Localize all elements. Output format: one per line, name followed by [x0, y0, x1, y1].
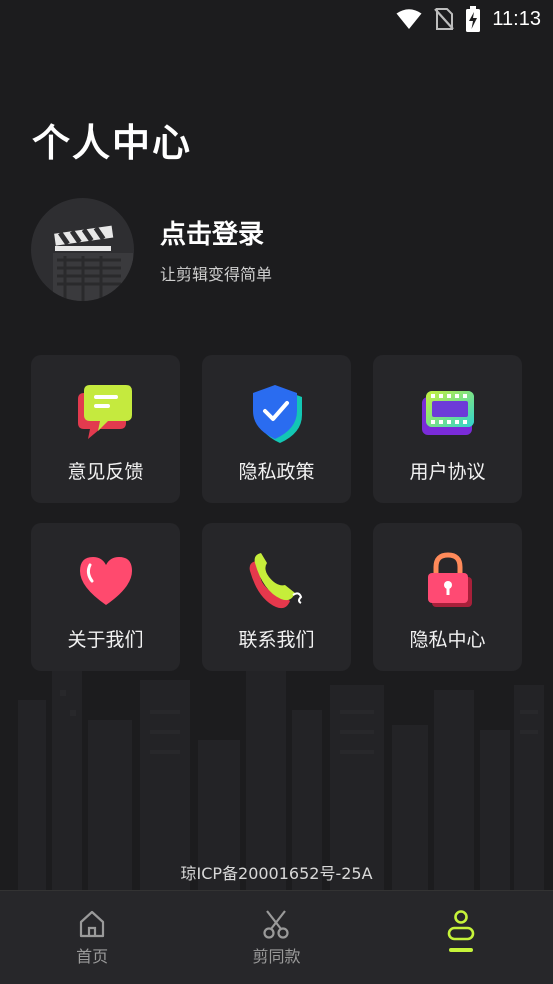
menu-item-label: 隐私中心 — [409, 629, 486, 651]
feedback-message-icon — [77, 385, 132, 439]
lock-icon — [427, 552, 472, 607]
login-subtitle: 让剪辑变得简单 — [160, 265, 273, 284]
scissors-icon — [263, 910, 290, 939]
page-title: 个人中心 — [32, 121, 193, 165]
battery-charging-icon — [466, 6, 481, 32]
bottom-tab-bar: 首页 剪同款 — [0, 890, 553, 984]
login-profile[interactable]: 点击登录 让剪辑变得简单 — [31, 198, 272, 301]
status-icons: 11:13 — [396, 6, 541, 32]
wifi-icon — [396, 9, 422, 29]
film-icon — [421, 391, 474, 435]
user-icon — [447, 910, 475, 952]
menu-item-label: 联系我们 — [238, 629, 315, 651]
icp-license: 琼ICP备20001652号-25A — [180, 864, 373, 883]
clapperboard-icon — [53, 225, 133, 301]
menu-item-privacy-center[interactable]: 隐私中心 — [373, 523, 522, 671]
no-sim-icon — [434, 8, 455, 30]
menu-item-user-agreement[interactable]: 用户协议 — [373, 355, 522, 503]
home-icon — [80, 910, 105, 938]
shield-check-icon — [252, 385, 302, 443]
menu-item-feedback[interactable]: 意见反馈 — [31, 355, 180, 503]
menu-item-label: 关于我们 — [67, 629, 144, 651]
phone-icon — [249, 553, 302, 609]
menu-item-label: 用户协议 — [409, 461, 486, 483]
menu-item-contact-us[interactable]: 联系我们 — [202, 523, 351, 671]
tab-label: 剪同款 — [252, 947, 301, 966]
tab-label: 首页 — [76, 947, 109, 966]
tab-templates[interactable]: 剪同款 — [184, 891, 368, 984]
avatar[interactable] — [31, 198, 134, 301]
menu-grid: 意见反馈 隐私政策 用户协议 关于我们 联系我们 隐私中心 — [31, 355, 522, 671]
login-title[interactable]: 点击登录 — [160, 214, 272, 251]
menu-item-about-us[interactable]: 关于我们 — [31, 523, 180, 671]
menu-item-label: 意见反馈 — [67, 461, 144, 483]
menu-item-label: 隐私政策 — [238, 461, 315, 483]
tab-profile[interactable] — [369, 891, 553, 984]
menu-item-privacy-policy[interactable]: 隐私政策 — [202, 355, 351, 503]
heart-icon — [79, 557, 132, 605]
tab-home[interactable]: 首页 — [0, 891, 184, 984]
profile-text[interactable]: 点击登录 让剪辑变得简单 — [160, 214, 272, 285]
status-time: 11:13 — [492, 7, 541, 30]
status-bar: 11:13 — [0, 0, 553, 40]
